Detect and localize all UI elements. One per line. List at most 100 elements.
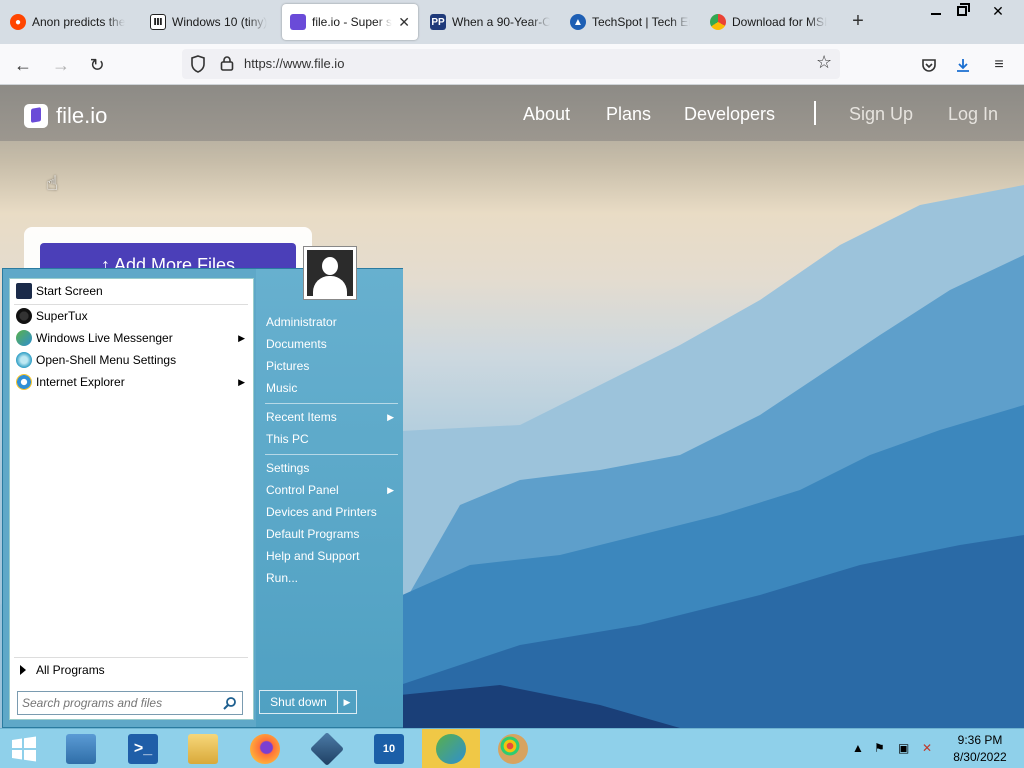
techspot-icon: ▲ — [570, 14, 586, 30]
shutdown-label[interactable]: Shut down — [260, 691, 338, 713]
menu-item-pictures[interactable]: Pictures — [266, 355, 398, 377]
menu-item-recent-items[interactable]: Recent Items ▶ — [266, 406, 398, 428]
network-icon[interactable]: ▣ — [898, 741, 909, 755]
menu-item-supertux[interactable]: SuperTux — [10, 305, 253, 327]
menu-separator — [265, 454, 398, 455]
clock-time: 9:36 PM — [957, 733, 1003, 747]
all-programs-label: All Programs — [36, 663, 105, 677]
lock-icon[interactable] — [220, 55, 234, 71]
nav-plans[interactable]: Plans — [606, 104, 651, 125]
volume-muted-icon[interactable]: ✕ — [922, 741, 932, 755]
taskbar-messenger[interactable] — [422, 729, 480, 768]
nav-signup[interactable]: Sign Up — [849, 104, 913, 125]
menu-item-settings[interactable]: Settings — [266, 457, 398, 479]
taskbar-file-explorer[interactable] — [174, 729, 232, 768]
downloads-icon[interactable] — [952, 54, 974, 76]
logo-text: file.io — [56, 103, 108, 128]
menu-hamburger-icon[interactable]: ≡ — [988, 54, 1010, 76]
url-text[interactable]: https://www.file.io — [244, 56, 344, 71]
tab-label: file.io - Super si — [312, 15, 393, 29]
all-programs-button[interactable]: All Programs — [10, 659, 253, 681]
reload-button[interactable]: ↻ — [84, 52, 110, 78]
show-hidden-icons-button[interactable]: ▲ — [852, 741, 864, 755]
new-tab-button[interactable]: + — [848, 10, 868, 33]
chrome-icon — [710, 14, 726, 30]
tab-reddit[interactable]: ● Anon predicts the — [2, 4, 138, 40]
taskbar-virtualbox[interactable] — [298, 729, 356, 768]
openshell-icon — [16, 352, 32, 368]
ie-icon — [16, 374, 32, 390]
tab-techspot[interactable]: ▲ TechSpot | Tech Er — [562, 4, 698, 40]
archive-icon: Ⅲ — [150, 14, 166, 30]
nav-about[interactable]: About — [523, 104, 570, 125]
tab-label: Download for MSI — [732, 15, 828, 29]
restore-button[interactable] — [944, 0, 980, 22]
file-explorer-icon — [188, 734, 218, 764]
menu-item-openshell-settings[interactable]: Open-Shell Menu Settings — [10, 349, 253, 371]
tab-label: Windows 10 (tiny) — [172, 15, 268, 29]
forward-button[interactable]: → — [48, 52, 74, 78]
user-avatar[interactable] — [303, 246, 357, 300]
nav-developers[interactable]: Developers — [684, 104, 775, 125]
close-window-button[interactable]: ✕ — [980, 0, 1016, 22]
menu-item-devices-printers[interactable]: Devices and Printers — [266, 501, 398, 523]
tab-label: When a 90-Year-O — [452, 15, 550, 29]
shutdown-button[interactable]: Shut down ▶ — [259, 690, 357, 714]
pocket-icon[interactable] — [918, 54, 940, 76]
menu-item-run[interactable]: Run... — [266, 567, 398, 589]
submenu-arrow-icon: ▶ — [238, 376, 245, 387]
reddit-icon: ● — [10, 14, 26, 30]
menu-item-default-programs[interactable]: Default Programs — [266, 523, 398, 545]
shield-icon[interactable] — [190, 55, 206, 73]
expand-triangle-icon — [20, 665, 26, 675]
tab-download[interactable]: Download for MSI — [702, 4, 838, 40]
bookmark-star-icon[interactable]: ☆ — [816, 52, 832, 73]
system-clock[interactable]: 9:36 PM 8/30/2022 — [950, 732, 1010, 766]
address-bar[interactable]: https://www.file.io ☆ — [182, 49, 840, 79]
windows-logo-icon — [12, 736, 36, 762]
tab-archive[interactable]: Ⅲ Windows 10 (tiny) — [142, 4, 278, 40]
search-input[interactable] — [22, 695, 218, 711]
taskbar-win10-tiny[interactable]: 10 — [360, 729, 418, 768]
win10-tiny-icon: 10 — [374, 734, 404, 764]
action-center-flag-icon[interactable]: ⚑ — [874, 741, 885, 755]
taskbar: >_ 10 ▲ ⚑ ▣ ✕ 9:36 PM 8/30/2022 — [0, 728, 1024, 768]
taskbar-powershell[interactable]: >_ — [114, 729, 172, 768]
messenger-icon — [16, 330, 32, 346]
menu-item-documents[interactable]: Documents — [266, 333, 398, 355]
taskbar-firefox[interactable] — [236, 729, 294, 768]
supertux-icon — [16, 308, 32, 324]
submenu-arrow-icon: ▶ — [238, 332, 245, 343]
taskbar-server-manager[interactable] — [52, 729, 110, 768]
menu-item-messenger[interactable]: Windows Live Messenger ▶ — [10, 327, 253, 349]
menu-item-administrator[interactable]: Administrator — [266, 311, 398, 333]
messenger-icon — [436, 734, 466, 764]
taskbar-paint[interactable] — [484, 729, 542, 768]
nav-divider — [814, 101, 816, 125]
virtualbox-icon — [310, 732, 344, 766]
menu-item-label: SuperTux — [36, 309, 88, 323]
search-icon[interactable] — [223, 696, 237, 710]
menu-item-music[interactable]: Music — [266, 377, 398, 399]
fileio-logo[interactable]: file.io — [24, 103, 107, 129]
menu-item-start-screen[interactable]: Start Screen — [10, 280, 253, 302]
search-box[interactable] — [17, 691, 243, 715]
nav-login[interactable]: Log In — [948, 104, 998, 125]
start-menu-left-pane: Start Screen SuperTux Windows Live Messe… — [9, 278, 254, 720]
browser-tab-bar: ● Anon predicts the Ⅲ Windows 10 (tiny) … — [0, 0, 1024, 44]
hand-cursor-icon: ☝ — [46, 173, 59, 195]
tab-fileio[interactable]: file.io - Super si ✕ — [282, 4, 418, 40]
clock-date: 8/30/2022 — [953, 750, 1007, 764]
tab-pp[interactable]: PP When a 90-Year-O — [422, 4, 558, 40]
menu-item-label: Start Screen — [36, 284, 103, 298]
back-button[interactable]: ← — [10, 52, 36, 78]
menu-item-control-panel[interactable]: Control Panel ▶ — [266, 479, 398, 501]
firefox-icon — [250, 734, 280, 764]
menu-item-this-pc[interactable]: This PC — [266, 428, 398, 450]
menu-item-label: Open-Shell Menu Settings — [36, 353, 177, 367]
menu-item-help-support[interactable]: Help and Support — [266, 545, 398, 567]
start-button[interactable] — [0, 729, 48, 768]
menu-item-internet-explorer[interactable]: Internet Explorer ▶ — [10, 371, 253, 393]
shutdown-options-arrow-icon[interactable]: ▶ — [338, 691, 356, 713]
close-tab-icon[interactable]: ✕ — [398, 14, 410, 31]
